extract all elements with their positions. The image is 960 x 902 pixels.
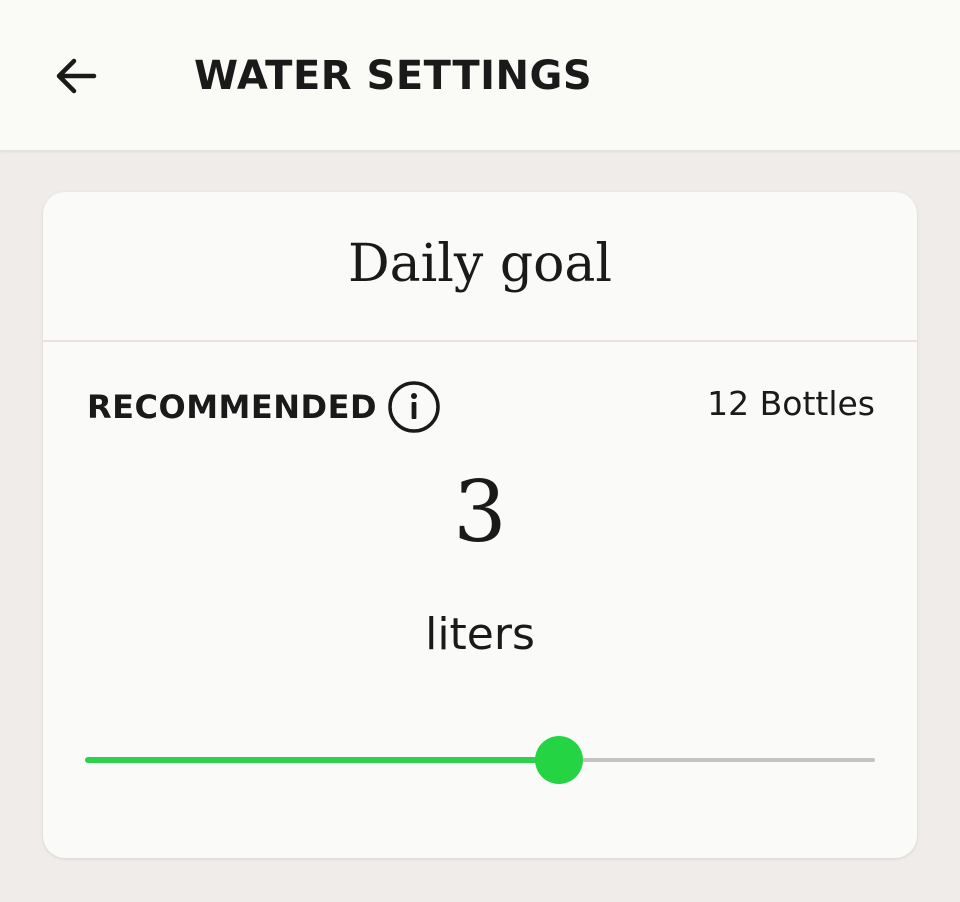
info-button[interactable] bbox=[387, 380, 441, 434]
goal-slider[interactable] bbox=[85, 732, 875, 788]
bottles-count: 12 Bottles bbox=[707, 384, 875, 423]
goal-unit: liters bbox=[425, 609, 535, 660]
recommended-label: RECOMMENDED bbox=[87, 388, 377, 426]
arrow-left-icon bbox=[56, 58, 97, 94]
page-title: WATER SETTINGS bbox=[194, 53, 593, 99]
recommended-row: RECOMMENDED bbox=[87, 380, 441, 434]
card-title: Daily goal bbox=[347, 234, 613, 294]
app-bar: WATER SETTINGS bbox=[0, 0, 960, 151]
slider-thumb[interactable] bbox=[535, 736, 583, 784]
goal-value: 3 bbox=[453, 463, 507, 561]
info-icon bbox=[388, 381, 440, 433]
slider-fill bbox=[85, 757, 559, 763]
daily-goal-card: Daily goal RECOMMENDED 12 Bottles 3 lite… bbox=[43, 192, 917, 858]
back-button[interactable] bbox=[40, 40, 112, 112]
card-header: Daily goal bbox=[43, 192, 917, 342]
